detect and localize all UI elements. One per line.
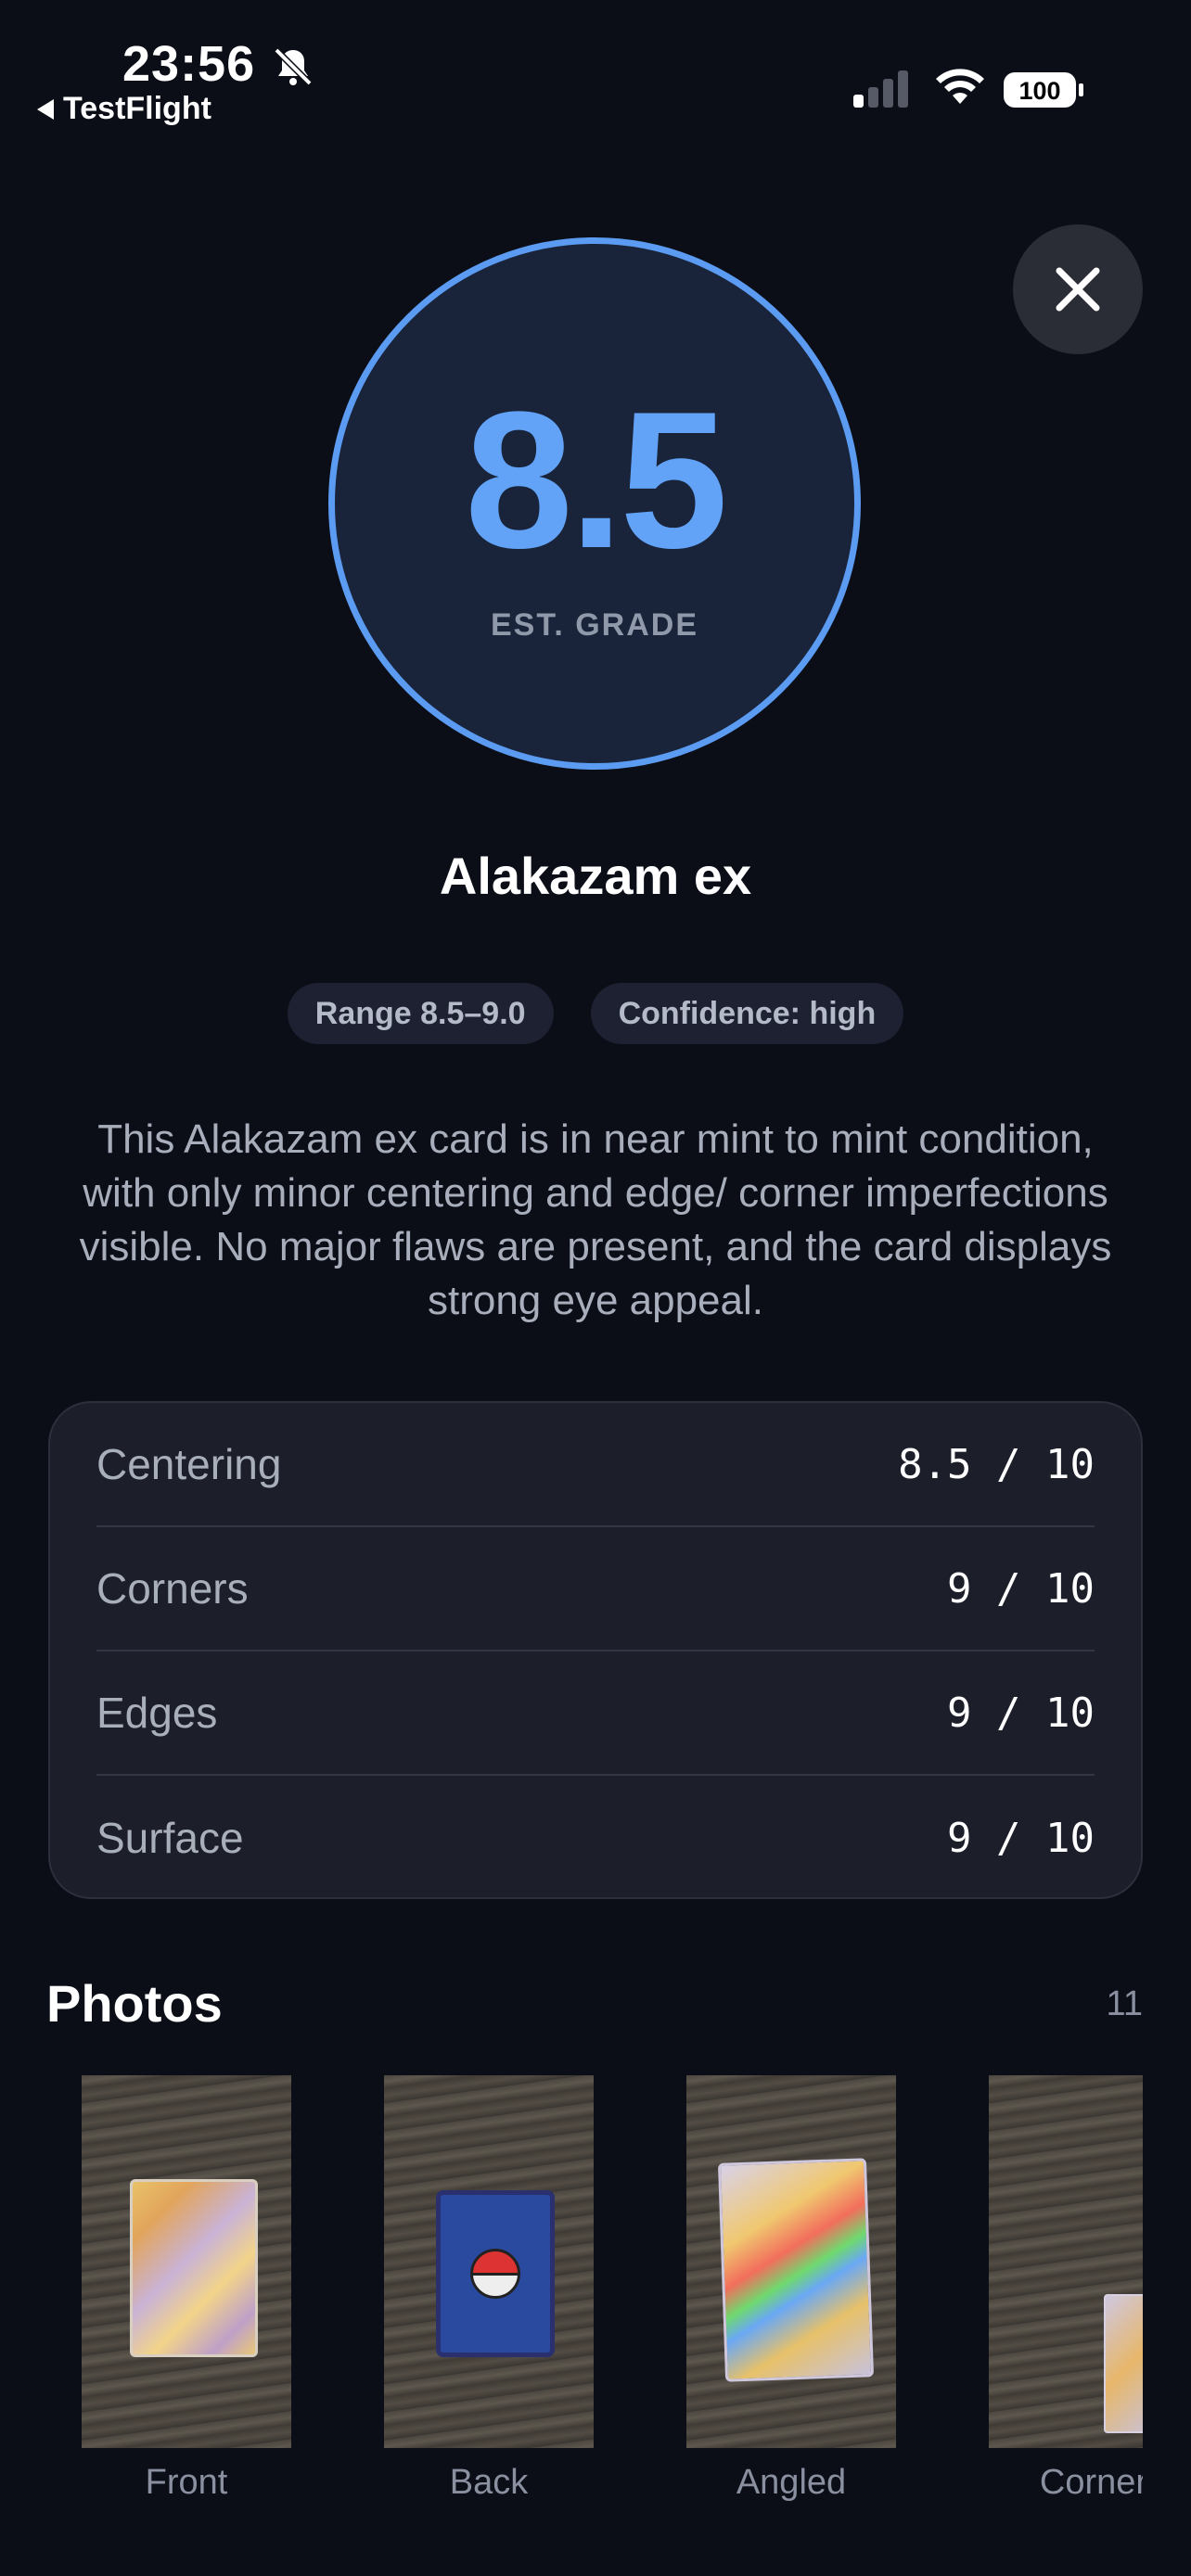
grade-chips: Range 8.5–9.0 Confidence: high — [0, 983, 1191, 1044]
photo-image — [384, 2075, 594, 2448]
photos-title: Photos — [46, 1974, 223, 2033]
close-icon — [1056, 267, 1100, 312]
photo-carousel[interactable]: Front Back Angled Corner — [82, 2075, 1143, 2502]
subgrade-label: Surface — [96, 1814, 244, 1862]
card-photo — [717, 2158, 875, 2382]
photo-label: Angled — [736, 2463, 847, 2502]
grade-label: EST. GRADE — [490, 607, 699, 643]
photo-thumb-angled[interactable]: Angled — [686, 2075, 896, 2502]
range-chip: Range 8.5–9.0 — [287, 983, 554, 1044]
subgrade-panel: Centering 8.5 / 10 Corners 9 / 10 Edges … — [48, 1401, 1143, 1899]
photo-thumb-back[interactable]: Back — [384, 2075, 594, 2502]
photo-label: Front — [145, 2463, 228, 2502]
card-name: Alakazam ex — [439, 847, 752, 905]
subgrade-row-centering: Centering 8.5 / 10 — [96, 1403, 1095, 1527]
subgrade-label: Corners — [96, 1564, 249, 1613]
card-photo — [130, 2179, 258, 2357]
photo-image — [989, 2075, 1143, 2448]
close-button[interactable] — [1013, 224, 1143, 354]
subgrade-label: Edges — [96, 1689, 218, 1737]
photo-thumb-front[interactable]: Front — [82, 2075, 291, 2502]
photos-count: 11 — [1106, 1984, 1143, 2023]
subgrade-value: 9 / 10 — [947, 1564, 1095, 1613]
back-app-label: TestFlight — [63, 91, 211, 126]
subgrade-label: Centering — [96, 1440, 282, 1488]
confidence-chip: Confidence: high — [590, 983, 904, 1044]
battery-icon: 100 — [1004, 72, 1083, 108]
subgrade-value: 9 / 10 — [947, 1814, 1095, 1862]
photo-label: Corner — [1039, 2463, 1143, 2502]
back-arrow-icon — [37, 98, 54, 120]
subgrade-value: 8.5 / 10 — [898, 1440, 1095, 1488]
subgrade-row-surface: Surface 9 / 10 — [96, 1776, 1095, 1900]
bell-slash-icon — [274, 47, 313, 86]
status-time: 23:56 — [122, 36, 256, 92]
photo-image — [686, 2075, 896, 2448]
photo-label: Back — [449, 2463, 529, 2502]
battery-level: 100 — [1018, 77, 1060, 105]
grade-value: 8.5 — [465, 371, 728, 589]
subgrade-value: 9 / 10 — [947, 1689, 1095, 1737]
grade-result-screen: 23:56 TestFlight 100 8.5 EST. GRADE Alak… — [0, 0, 1191, 2576]
subgrade-row-edges: Edges 9 / 10 — [96, 1651, 1095, 1776]
photo-thumb-corner[interactable]: Corner — [989, 2075, 1143, 2502]
card-photo — [436, 2190, 555, 2357]
grade-summary: This Alakazam ex card is in near mint to… — [79, 1116, 1112, 1323]
wifi-icon — [936, 69, 984, 104]
subgrade-row-corners: Corners 9 / 10 — [96, 1527, 1095, 1651]
cellular-signal-icon — [853, 70, 908, 108]
card-photo — [1104, 2294, 1143, 2433]
back-to-app-button[interactable]: TestFlight — [37, 91, 211, 127]
grade-circle: 8.5 EST. GRADE — [328, 237, 861, 770]
photo-image — [82, 2075, 291, 2448]
